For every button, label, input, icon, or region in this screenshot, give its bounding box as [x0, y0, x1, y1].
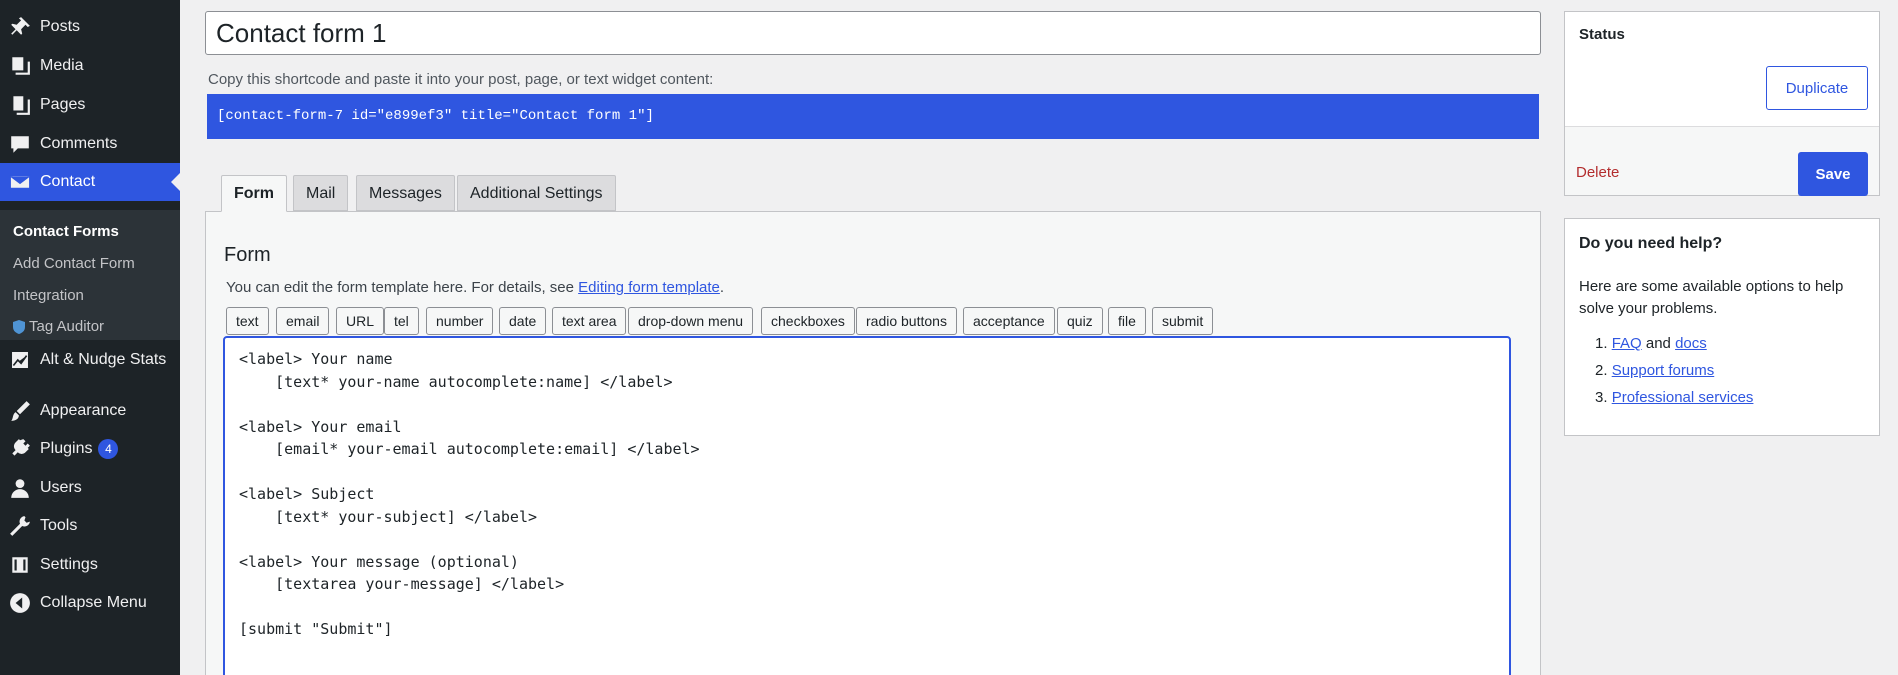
sidebar-item-label: Collapse Menu — [40, 594, 147, 611]
collapse-menu-button[interactable]: Collapse Menu — [0, 584, 180, 622]
sidebar-item-label: Pages — [40, 96, 86, 113]
delete-link[interactable]: Delete — [1576, 164, 1619, 181]
sidebar-item-alt-nudge-stats[interactable]: Alt & Nudge Stats — [0, 341, 180, 379]
shortcode-hint: Copy this shortcode and paste it into yo… — [208, 71, 714, 88]
sidebar-item-comments[interactable]: Comments — [0, 125, 180, 163]
sidebar-item-label: Appearance — [40, 402, 127, 419]
sidebar-item-contact[interactable]: Contact — [0, 163, 180, 201]
help-item-professional-services: 3. Professional services — [1595, 389, 1753, 406]
sidebar-item-label: Plugins — [40, 440, 93, 457]
tag-button-submit[interactable]: submit — [1152, 307, 1214, 335]
settings-icon — [0, 554, 40, 576]
contact-submenu: Contact Forms Add Contact Form Integrati… — [0, 210, 180, 340]
form-panel-heading: Form — [224, 244, 271, 266]
editing-form-template-link[interactable]: Editing form template — [578, 279, 720, 296]
status-title: Status — [1579, 26, 1625, 43]
tag-button-tel[interactable]: tel — [384, 307, 419, 335]
envelope-icon — [0, 171, 40, 193]
plugins-update-badge: 4 — [98, 439, 119, 459]
collapse-icon — [0, 592, 40, 614]
help-text: Here are some available options to help … — [1579, 278, 1844, 317]
help-item-support-forums: 2. Support forums — [1595, 362, 1714, 379]
support-forums-link[interactable]: Support forums — [1612, 362, 1715, 379]
list-number: 1. — [1595, 335, 1612, 352]
list-number: 2. — [1595, 362, 1612, 379]
tag-button-checkboxes[interactable]: checkboxes — [761, 307, 855, 335]
plug-icon — [0, 438, 40, 460]
sidebar-item-appearance[interactable]: Appearance — [0, 392, 180, 430]
sidebar-item-label: Settings — [40, 556, 98, 573]
description-end: . — [719, 279, 725, 296]
sidebar-item-users[interactable]: Users — [0, 469, 180, 507]
sidebar-item-media[interactable]: Media — [0, 47, 180, 85]
professional-services-link[interactable]: Professional services — [1612, 389, 1754, 406]
tag-button-acceptance[interactable]: acceptance — [963, 307, 1055, 335]
form-template-editor[interactable]: <label> Your name [text* your-name autoc… — [223, 336, 1511, 675]
sidebar-item-settings[interactable]: Settings — [0, 546, 180, 584]
docs-link[interactable]: docs — [1675, 335, 1707, 352]
pages-icon — [0, 94, 40, 116]
form-panel: Form You can edit the form template here… — [205, 211, 1541, 675]
form-panel-description: You can edit the form template here. For… — [226, 279, 724, 296]
tag-button-url[interactable]: URL — [336, 307, 385, 335]
submenu-item-tag-auditor[interactable]: Tag Auditor — [13, 318, 104, 335]
sidebar-item-label: Tools — [40, 517, 78, 534]
sidebar-item-pages[interactable]: Pages — [0, 86, 180, 124]
sidebar-item-label: Contact — [40, 173, 96, 190]
form-title-input[interactable] — [205, 11, 1541, 55]
list-number: 3. — [1595, 389, 1612, 406]
save-button[interactable]: Save — [1798, 152, 1868, 196]
sidebar-item-label: Alt & Nudge Stats — [40, 351, 167, 368]
sidebar-item-posts[interactable]: Posts — [0, 8, 180, 46]
pushpin-icon — [0, 16, 40, 38]
comment-icon — [0, 133, 40, 155]
chart-icon — [0, 349, 40, 371]
tag-button-file[interactable]: file — [1108, 307, 1146, 335]
sidebar-item-label: Users — [40, 479, 82, 496]
tab-mail[interactable]: Mail — [293, 175, 349, 211]
submenu-item-add-contact-form[interactable]: Add Contact Form — [13, 255, 135, 272]
help-title: Do you need help? — [1579, 235, 1723, 252]
admin-sidebar: Posts Media Pages Comments Contact Conta… — [0, 0, 180, 675]
tag-button-text-area[interactable]: text area — [552, 307, 627, 335]
help-box: Do you need help? Here are some availabl… — [1564, 218, 1880, 436]
status-box: Status Duplicate Delete Save — [1564, 11, 1880, 196]
duplicate-button[interactable]: Duplicate — [1766, 66, 1868, 110]
description-text: You can edit the form template here. For… — [226, 279, 579, 296]
media-icon — [0, 55, 40, 77]
help-item-faq-docs: 1. FAQ and docs — [1595, 335, 1707, 352]
tag-button-text[interactable]: text — [226, 307, 269, 335]
shield-icon — [13, 319, 25, 334]
wrench-icon — [0, 515, 40, 537]
shortcode-field[interactable]: [contact-form-7 id="e899ef3" title="Cont… — [207, 94, 1539, 139]
submenu-item-label: Tag Auditor — [29, 318, 105, 335]
status-actions: Delete Save — [1565, 127, 1879, 196]
tab-form[interactable]: Form — [221, 175, 287, 212]
sidebar-item-label: Media — [40, 57, 84, 74]
sidebar-item-tools[interactable]: Tools — [0, 507, 180, 545]
brush-icon — [0, 400, 40, 422]
tag-button-email[interactable]: email — [276, 307, 330, 335]
sidebar-item-plugins[interactable]: Plugins 4 — [0, 430, 180, 468]
tag-button-drop-down-menu[interactable]: drop-down menu — [628, 307, 754, 335]
user-icon — [0, 477, 40, 499]
tab-messages[interactable]: Messages — [356, 175, 455, 211]
faq-link[interactable]: FAQ — [1612, 335, 1642, 352]
sidebar-item-label: Posts — [40, 18, 81, 35]
tab-additional-settings[interactable]: Additional Settings — [457, 175, 616, 211]
submenu-item-contact-forms[interactable]: Contact Forms — [13, 223, 119, 240]
tag-button-quiz[interactable]: quiz — [1057, 307, 1103, 335]
sidebar-item-label: Comments — [40, 135, 118, 152]
tag-button-number[interactable]: number — [426, 307, 494, 335]
tag-button-radio-buttons[interactable]: radio buttons — [856, 307, 957, 335]
and-text: and — [1641, 335, 1676, 352]
submenu-item-integration[interactable]: Integration — [13, 287, 84, 304]
tag-button-date[interactable]: date — [499, 307, 547, 335]
